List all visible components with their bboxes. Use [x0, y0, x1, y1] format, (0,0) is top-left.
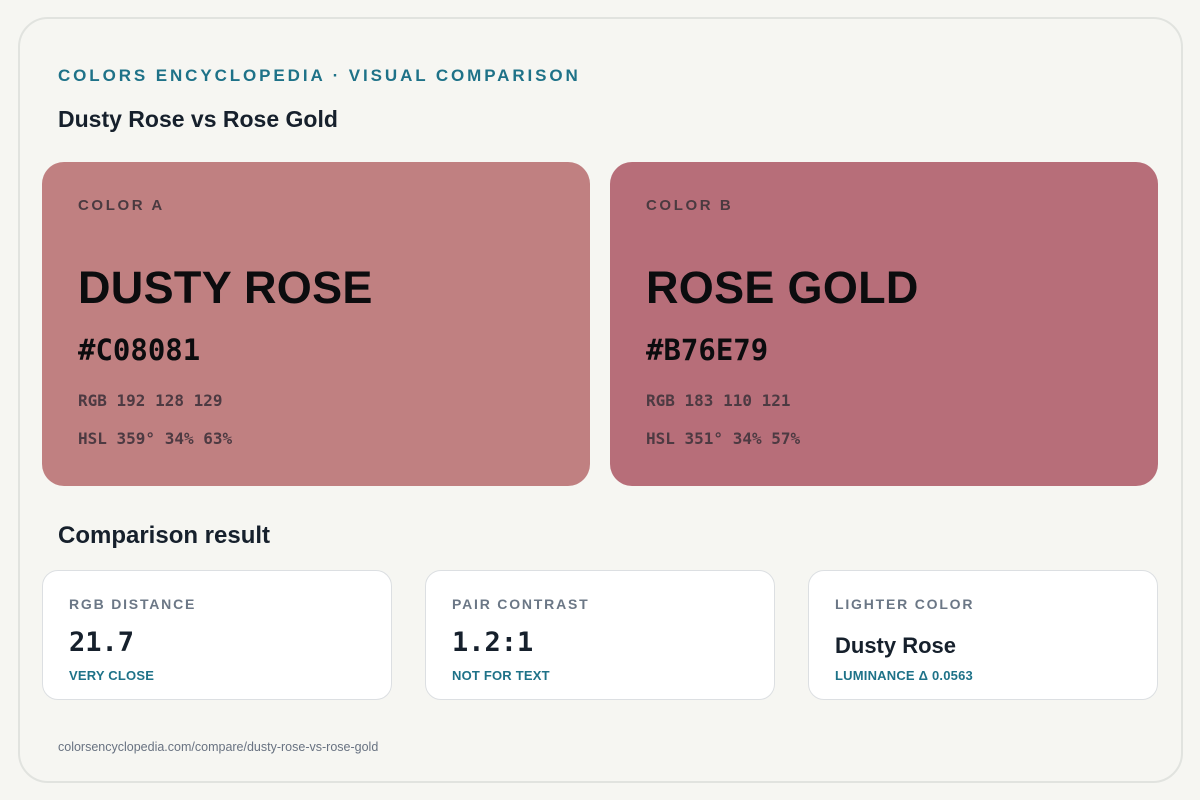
- card-note: VERY CLOSE: [69, 668, 155, 683]
- color-a-swatch: COLOR A DUSTY ROSE #C08081 RGB 192 128 1…: [42, 162, 590, 486]
- color-b-hex: #B76E79: [646, 333, 769, 367]
- rgb-distance-card: RGB DISTANCE 21.7 VERY CLOSE: [42, 570, 392, 700]
- card-note: NOT FOR TEXT: [452, 668, 550, 683]
- card-value: 1.2:1: [452, 627, 534, 658]
- color-b-name: ROSE GOLD: [646, 262, 919, 313]
- page-eyebrow: COLORS ENCYCLOPEDIA · VISUAL COMPARISON: [58, 66, 581, 85]
- pair-contrast-card: PAIR CONTRAST 1.2:1 NOT FOR TEXT: [425, 570, 775, 700]
- footer-url: colorsencyclopedia.com/compare/dusty-ros…: [58, 740, 379, 754]
- color-b-swatch: COLOR B ROSE GOLD #B76E79 RGB 183 110 12…: [610, 162, 1158, 486]
- page-title: Dusty Rose vs Rose Gold: [58, 106, 338, 132]
- color-a-rgb: RGB 192 128 129: [78, 391, 223, 410]
- color-a-label: COLOR A: [78, 197, 165, 214]
- color-b-rgb: RGB 183 110 121: [646, 391, 791, 410]
- card-note: LUMINANCE Δ 0.0563: [835, 668, 973, 683]
- color-a-name: DUSTY ROSE: [78, 262, 373, 313]
- card-label: LIGHTER COLOR: [835, 596, 975, 612]
- card-label: RGB DISTANCE: [69, 596, 197, 612]
- card-value: 21.7: [69, 627, 135, 658]
- color-a-hsl: HSL 359° 34% 63%: [78, 429, 233, 448]
- color-a-hex: #C08081: [78, 333, 201, 367]
- color-b-label: COLOR B: [646, 197, 734, 214]
- comparison-title: Comparison result: [58, 522, 271, 549]
- color-b-hsl: HSL 351° 34% 57%: [646, 429, 801, 448]
- lighter-color-card: LIGHTER COLOR Dusty Rose LUMINANCE Δ 0.0…: [808, 570, 1158, 700]
- card-label: PAIR CONTRAST: [452, 596, 590, 612]
- card-value: Dusty Rose: [835, 633, 957, 658]
